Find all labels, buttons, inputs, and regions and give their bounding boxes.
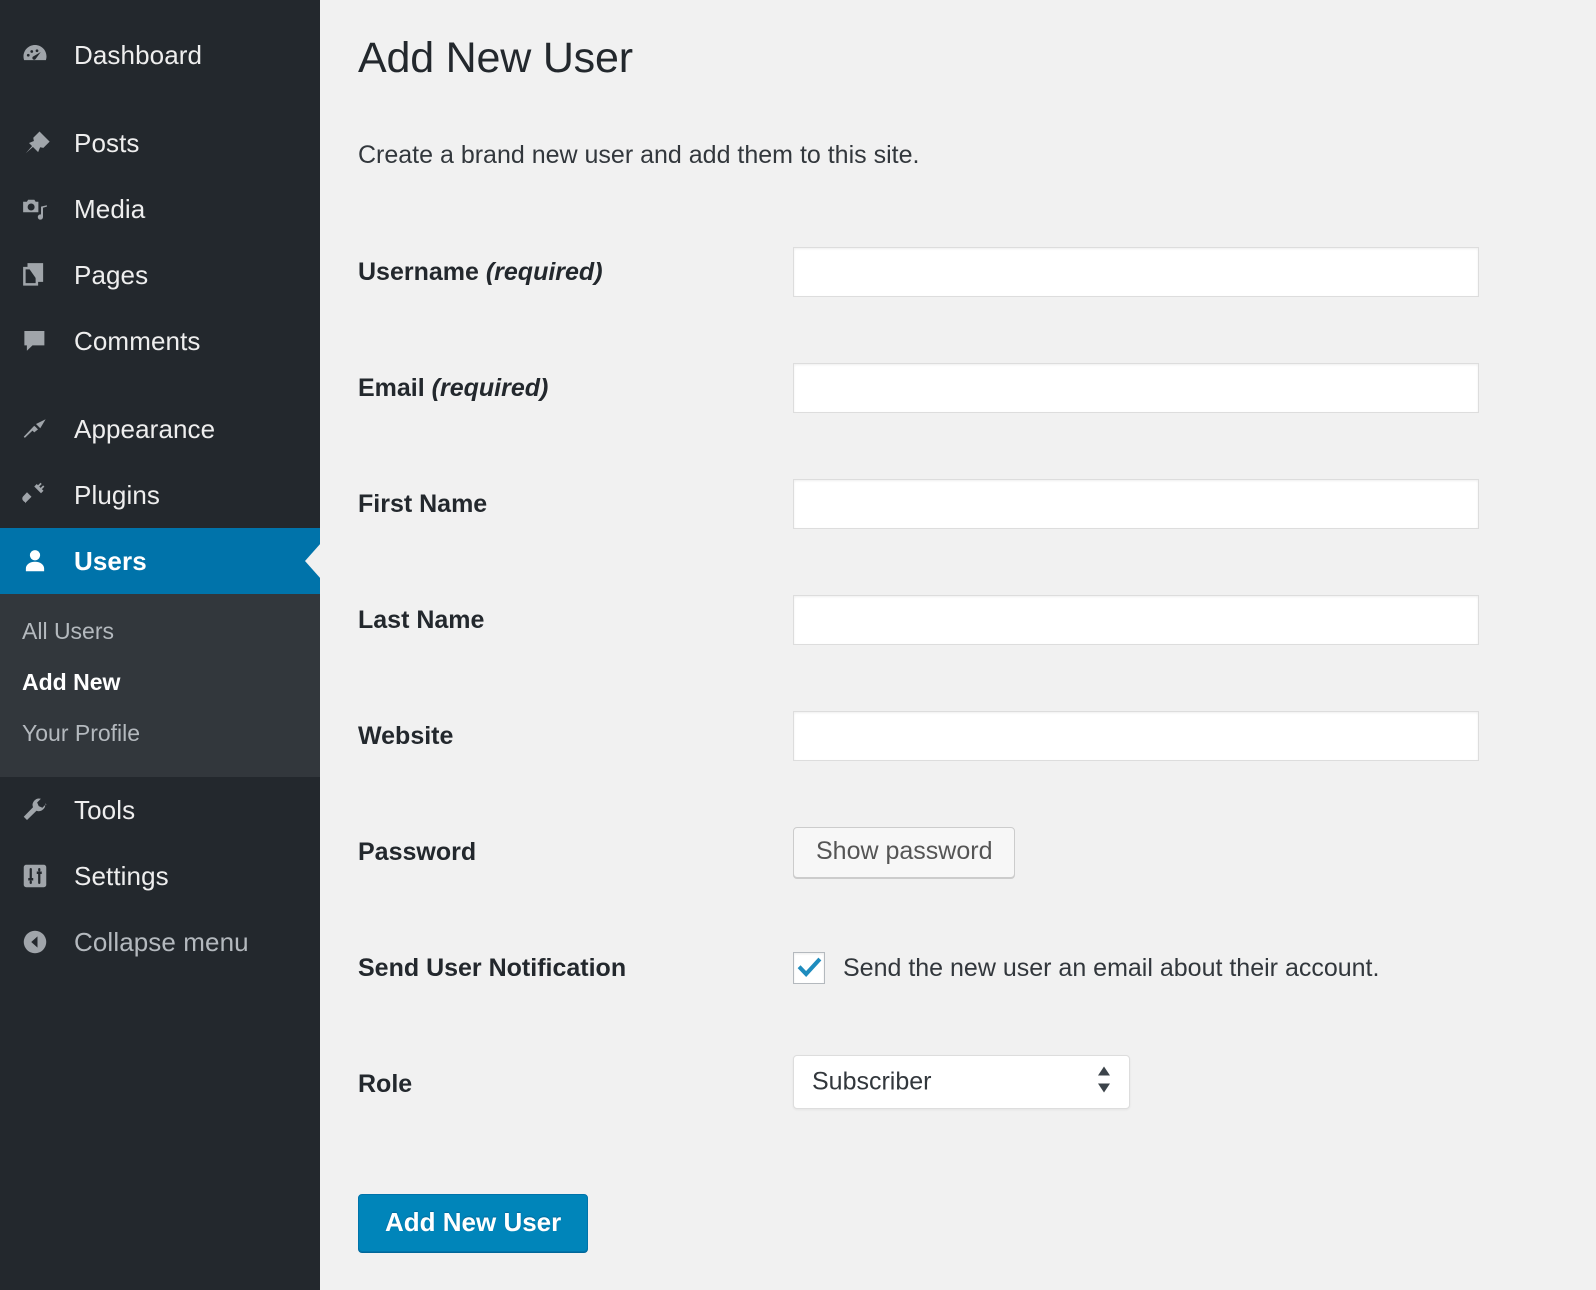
label-text: Username bbox=[358, 257, 479, 286]
form-row-send-notification: Send User Notification Send the new user… bbox=[358, 910, 1498, 1026]
required-marker: (required) bbox=[478, 257, 603, 286]
wrench-icon bbox=[18, 793, 52, 827]
sidebar-item-plugins[interactable]: Plugins bbox=[0, 462, 320, 528]
show-password-button[interactable]: Show password bbox=[793, 826, 1016, 878]
add-new-user-button[interactable]: Add New User bbox=[358, 1194, 589, 1253]
sidebar-item-comments[interactable]: Comments bbox=[0, 308, 320, 374]
sidebar-item-label: Tools bbox=[74, 794, 136, 825]
sidebar-item-label: Pages bbox=[74, 259, 149, 290]
sidebar-item-pages[interactable]: Pages bbox=[0, 242, 320, 308]
sidebar-item-label: Appearance bbox=[74, 413, 216, 444]
sidebar-item-label: Media bbox=[74, 193, 146, 224]
label-send-user-notification: Send User Notification bbox=[358, 910, 793, 1026]
send-notification-checkbox[interactable] bbox=[793, 952, 825, 985]
form-row-username: Username (required) bbox=[358, 214, 1498, 330]
brush-icon bbox=[18, 412, 52, 446]
label-text: Password bbox=[358, 837, 477, 866]
sidebar-item-collapse-menu[interactable]: Collapse menu bbox=[0, 909, 320, 975]
label-username: Username (required) bbox=[358, 214, 793, 330]
form-row-role: Role Subscriber bbox=[358, 1026, 1498, 1142]
submenu-item-all-users[interactable]: All Users bbox=[0, 606, 320, 657]
submenu-item-your-profile[interactable]: Your Profile bbox=[0, 708, 320, 759]
label-text: First Name bbox=[358, 489, 488, 518]
username-input[interactable] bbox=[793, 247, 1479, 298]
sidebar-divider bbox=[0, 374, 320, 396]
label-text: Role bbox=[358, 1069, 413, 1098]
admin-sidebar: Dashboard Posts Media Pages Comments App… bbox=[0, 0, 320, 1290]
sliders-icon bbox=[18, 859, 52, 893]
form-row-first-name: First Name bbox=[358, 446, 1498, 562]
page-description: Create a brand new user and add them to … bbox=[358, 141, 920, 170]
sidebar-divider bbox=[0, 88, 320, 110]
first-name-input[interactable] bbox=[793, 479, 1479, 530]
notification-checkbox-label: Send the new user an email about their a… bbox=[843, 953, 1380, 982]
sidebar-item-label: Settings bbox=[74, 860, 169, 891]
sidebar-item-label: Posts bbox=[74, 127, 140, 158]
user-icon bbox=[18, 544, 52, 578]
sidebar-item-label: Dashboard bbox=[74, 39, 203, 70]
label-text: Website bbox=[358, 721, 454, 750]
label-text: Last Name bbox=[358, 605, 485, 634]
sidebar-item-label: Users bbox=[74, 545, 147, 576]
sidebar-item-label: Comments bbox=[74, 325, 201, 356]
label-first-name: First Name bbox=[358, 446, 793, 562]
pages-icon bbox=[18, 258, 52, 292]
email-input[interactable] bbox=[793, 363, 1479, 414]
sidebar-item-users[interactable]: Users bbox=[0, 528, 320, 594]
comment-icon bbox=[18, 324, 52, 358]
submenu-item-add-new[interactable]: Add New bbox=[0, 657, 320, 708]
users-submenu: All Users Add New Your Profile bbox=[0, 594, 320, 777]
label-email: Email (required) bbox=[358, 330, 793, 446]
media-icon bbox=[18, 192, 52, 226]
submit-row: Add New User bbox=[358, 1194, 1596, 1253]
role-selected-value: Subscriber bbox=[812, 1067, 932, 1096]
label-website: Website bbox=[358, 678, 793, 794]
sidebar-item-posts[interactable]: Posts bbox=[0, 110, 320, 176]
checkmark-icon bbox=[797, 958, 822, 978]
sidebar-item-label: Collapse menu bbox=[74, 926, 249, 957]
form-row-website: Website bbox=[358, 678, 1498, 794]
page-title: Add New User bbox=[358, 34, 633, 82]
chevron-updown-icon bbox=[1095, 1062, 1113, 1101]
pin-icon bbox=[18, 126, 52, 160]
sidebar-item-dashboard[interactable]: Dashboard bbox=[0, 22, 320, 88]
admin-page: Dashboard Posts Media Pages Comments App… bbox=[0, 0, 1596, 1290]
role-select[interactable]: Subscriber bbox=[793, 1054, 1130, 1109]
sidebar-item-media[interactable]: Media bbox=[0, 176, 320, 242]
plug-icon bbox=[18, 478, 52, 512]
label-text: Email bbox=[358, 373, 425, 402]
required-marker: (required) bbox=[424, 373, 549, 402]
main-content: Add New User Create a brand new user and… bbox=[320, 0, 1596, 1290]
add-user-form: Username (required) Email (required) Fir… bbox=[358, 214, 1498, 1142]
sidebar-item-appearance[interactable]: Appearance bbox=[0, 396, 320, 462]
dashboard-icon bbox=[18, 38, 52, 72]
last-name-input[interactable] bbox=[793, 595, 1479, 646]
form-row-password: Password Show password bbox=[358, 794, 1498, 910]
form-row-email: Email (required) bbox=[358, 330, 1498, 446]
collapse-arrow-icon bbox=[18, 925, 52, 959]
notification-checkbox-row: Send the new user an email about their a… bbox=[793, 952, 1498, 985]
label-password: Password bbox=[358, 794, 793, 910]
sidebar-item-settings[interactable]: Settings bbox=[0, 843, 320, 909]
form-row-last-name: Last Name bbox=[358, 562, 1498, 678]
sidebar-item-tools[interactable]: Tools bbox=[0, 777, 320, 843]
label-last-name: Last Name bbox=[358, 562, 793, 678]
label-text: Send User Notification bbox=[358, 953, 627, 982]
label-role: Role bbox=[358, 1026, 793, 1142]
website-input[interactable] bbox=[793, 711, 1479, 762]
sidebar-item-label: Plugins bbox=[74, 479, 160, 510]
